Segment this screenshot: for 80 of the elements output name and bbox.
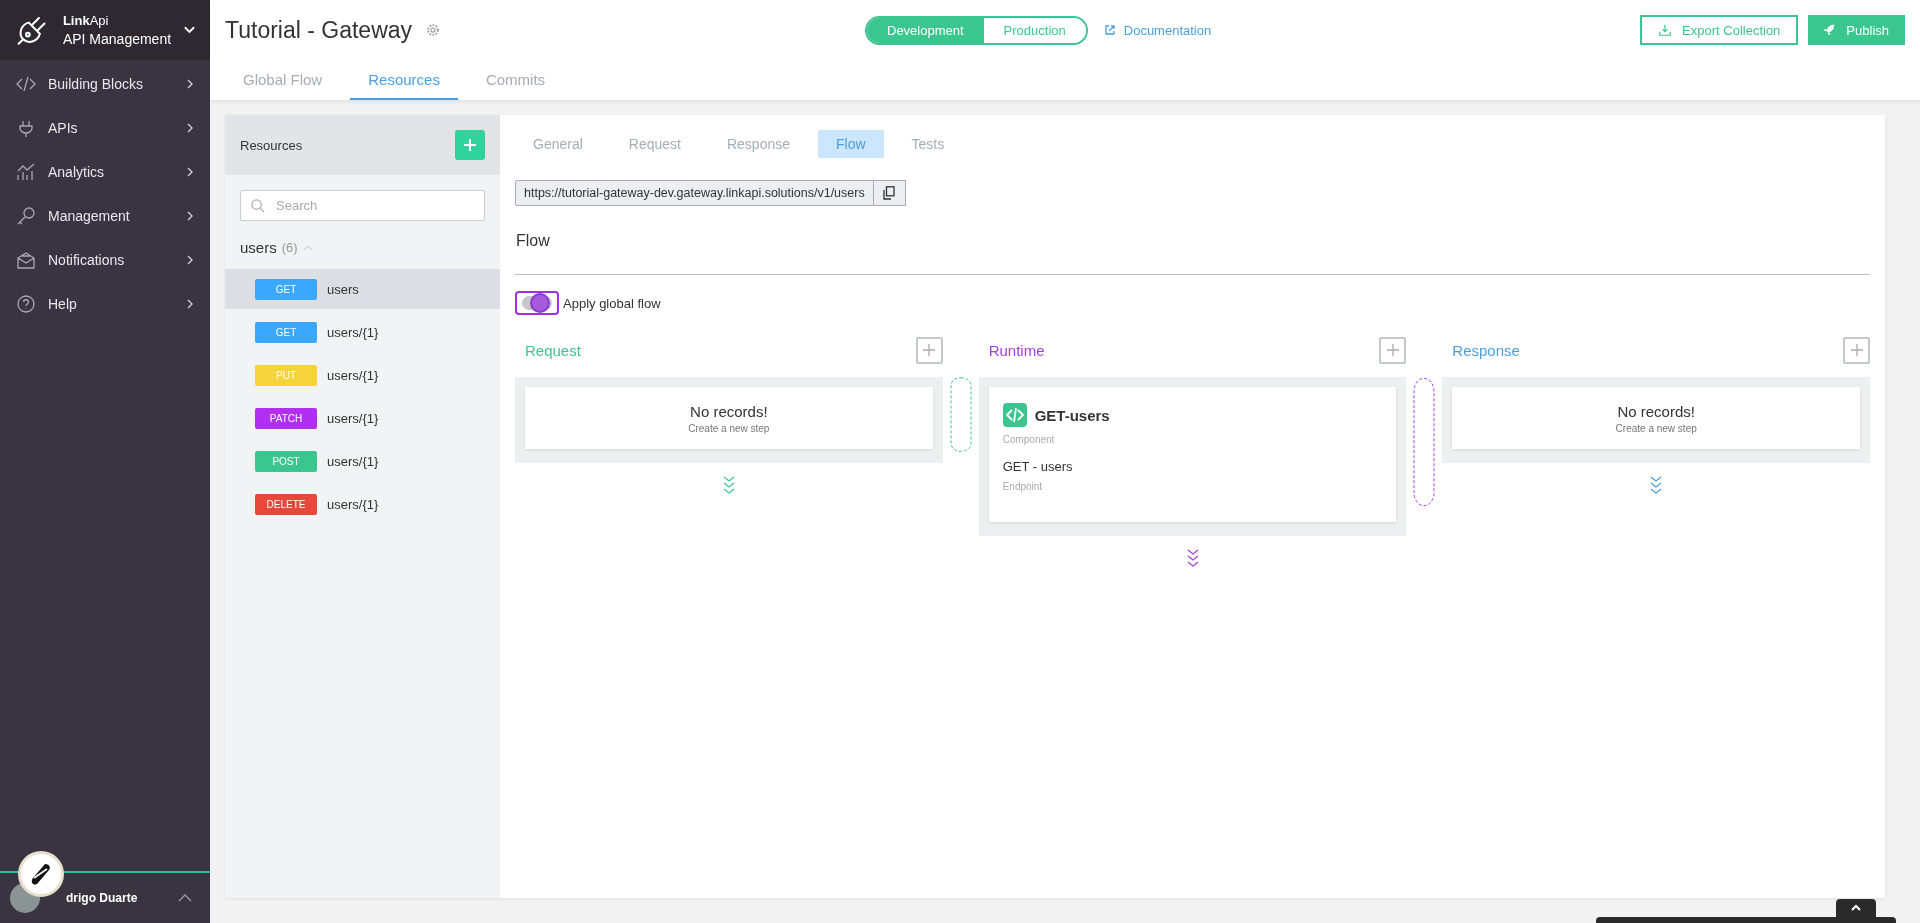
resource-path: users/{1} — [327, 410, 379, 426]
chevrons-down-icon — [1649, 475, 1664, 495]
step-name: GET-users — [1034, 406, 1110, 424]
page-title: Tutorial - Gateway — [225, 16, 413, 44]
copy-icon — [883, 186, 896, 200]
step-card[interactable]: GET-users Component GET - users Endpoint — [988, 387, 1397, 522]
empty-hint: Create a new step — [688, 422, 770, 434]
resource-path: users/{1} — [327, 453, 379, 469]
search-field[interactable]: Search — [240, 190, 485, 221]
chevron-right-icon — [186, 298, 194, 310]
nav-item[interactable]: Management — [0, 194, 210, 238]
column-title: Request — [525, 341, 581, 359]
chevron-right-icon — [186, 122, 194, 134]
step-endpoint: GET - users — [1002, 459, 1074, 474]
plus-icon — [463, 138, 477, 152]
logo-badge[interactable] — [18, 851, 64, 897]
copy-button[interactable] — [873, 180, 906, 206]
method-tag: PATCH — [255, 407, 317, 429]
plus-icon — [923, 344, 936, 356]
chevron-right-icon — [186, 210, 194, 222]
url-field[interactable]: https://tutorial-gateway-dev.gateway.linkapi.solutions/v1/users — [515, 180, 874, 206]
resource-item[interactable]: GET users/{1} — [225, 312, 500, 352]
resource-path: users/{1} — [327, 367, 379, 383]
toggle-switch[interactable] — [515, 291, 559, 315]
method-tag: POST — [255, 450, 317, 472]
chevrons-down-icon — [1185, 548, 1200, 568]
method-tag: PUT — [255, 364, 317, 386]
empty-message: No records! — [1617, 402, 1695, 420]
chevron-up-icon[interactable] — [178, 894, 192, 902]
chevron-down-icon[interactable] — [183, 25, 196, 35]
chevron-right-icon — [186, 78, 194, 90]
method-tag: DELETE — [255, 493, 317, 515]
step-type: Component — [1002, 434, 1056, 445]
envelope-icon — [16, 250, 36, 270]
brand-subtitle: API Management — [62, 31, 172, 47]
section-title: Flow — [515, 206, 1870, 275]
external-link-icon — [1103, 24, 1116, 36]
nav-item[interactable]: APIs — [0, 106, 210, 150]
connector-icon — [949, 377, 972, 452]
chart-icon — [16, 162, 36, 182]
endpoint-label: Endpoint — [1002, 481, 1044, 492]
user-name: drigo Duarte — [65, 891, 139, 905]
download-icon — [1658, 23, 1673, 37]
nav-item[interactable]: Help — [0, 282, 210, 326]
plus-icon — [1386, 344, 1399, 356]
brand-name: LinkApi — [62, 13, 110, 28]
chevron-up-icon — [1850, 904, 1862, 912]
empty-message: No records! — [690, 402, 768, 420]
nav-item[interactable]: Analytics — [0, 150, 210, 194]
resource-item[interactable]: DELETE users/{1} — [225, 484, 500, 524]
column-title: Response — [1452, 341, 1520, 359]
plus-icon — [1850, 344, 1863, 356]
chevrons-down-icon — [721, 475, 736, 495]
resource-item[interactable]: PUT users/{1} — [225, 355, 500, 395]
column-title: Runtime — [988, 341, 1045, 359]
nav-item[interactable]: Notifications — [0, 238, 210, 282]
resource-item[interactable]: POST users/{1} — [225, 441, 500, 481]
plug-icon — [16, 118, 36, 138]
resource-item[interactable]: PATCH users/{1} — [225, 398, 500, 438]
chevron-right-icon — [186, 254, 194, 266]
rocket-icon — [1822, 23, 1837, 37]
connector-icon — [1413, 377, 1436, 507]
resource-path: users/{1} — [327, 496, 379, 512]
chevron-right-icon — [186, 166, 194, 178]
resource-path: users — [327, 281, 359, 297]
resource-path: users/{1} — [327, 324, 379, 340]
method-tag: GET — [255, 278, 317, 300]
empty-hint: Create a new step — [1615, 422, 1697, 434]
help-icon — [16, 294, 36, 314]
expand-tab[interactable] — [1836, 899, 1876, 917]
key-icon — [16, 206, 36, 226]
code-icon — [16, 74, 36, 94]
settings-icon[interactable] — [426, 23, 441, 37]
group-header[interactable]: users (6) — [225, 221, 500, 266]
resource-item[interactable]: GET users — [225, 269, 500, 309]
resources-title: Resources — [240, 137, 303, 153]
toggle-label: Apply global flow — [563, 295, 661, 311]
nav-item[interactable]: Building Blocks — [0, 62, 210, 106]
method-tag: GET — [255, 321, 317, 343]
code-icon — [1002, 403, 1027, 427]
